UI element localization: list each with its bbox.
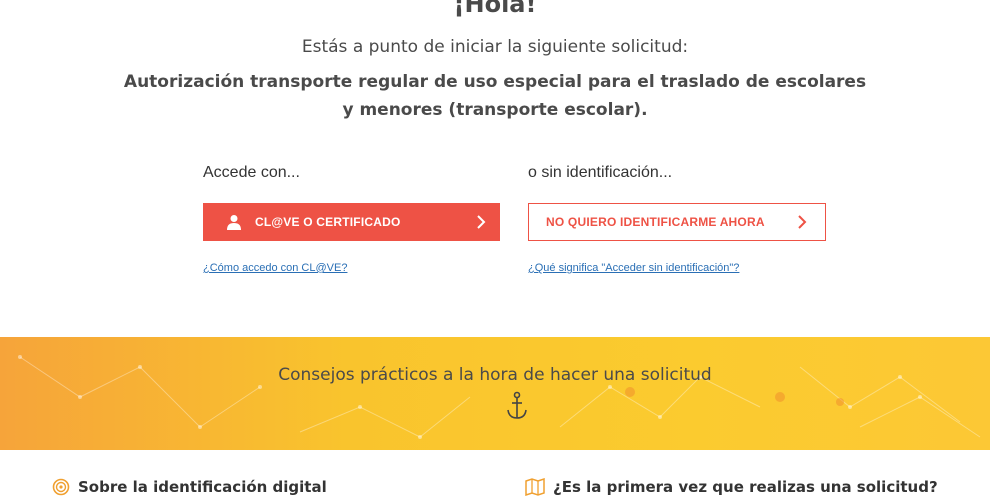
first-time-section[interactable]: ¿Es la primera vez que realizas una soli… — [525, 478, 938, 496]
page-title: ¡Hola! — [453, 0, 537, 18]
clave-help-link[interactable]: ¿Cómo accedo con CL@VE? — [203, 262, 347, 274]
fingerprint-icon — [52, 478, 70, 496]
anchor-icon[interactable] — [505, 391, 529, 421]
anon-button-label: NO QUIERO IDENTIFICARME AHORA — [546, 215, 765, 229]
anon-help-link[interactable]: ¿Qué significa "Acceder sin identificaci… — [528, 262, 739, 274]
clave-button-label: CL@VE O CERTIFICADO — [255, 215, 401, 229]
procedure-title-line2: y menores (transporte escolar). — [342, 100, 648, 120]
no-identification-button[interactable]: NO QUIERO IDENTIFICARME AHORA — [528, 203, 826, 241]
map-icon — [525, 478, 545, 496]
first-time-title: ¿Es la primera vez que realizas una soli… — [553, 478, 938, 496]
digital-id-title: Sobre la identificación digital — [78, 478, 327, 496]
tips-title: Consejos prácticos a la hora de hacer un… — [278, 365, 712, 385]
anon-label: o sin identificación... — [528, 164, 673, 181]
access-label: Accede con... — [203, 164, 300, 181]
clave-certificate-button[interactable]: CL@VE O CERTIFICADO — [203, 203, 500, 241]
chevron-right-icon — [477, 215, 486, 229]
chevron-right-icon — [798, 215, 807, 229]
procedure-title: Autorización transporte regular de uso e… — [90, 68, 900, 124]
tips-banner: Consejos prácticos a la hora de hacer un… — [0, 337, 990, 450]
procedure-title-line1: Autorización transporte regular de uso e… — [123, 72, 867, 92]
user-icon — [227, 215, 241, 230]
digital-id-section[interactable]: Sobre la identificación digital — [52, 478, 327, 496]
constellation-background — [18, 355, 981, 439]
intro-text: Estás a punto de iniciar la siguiente so… — [301, 37, 689, 57]
